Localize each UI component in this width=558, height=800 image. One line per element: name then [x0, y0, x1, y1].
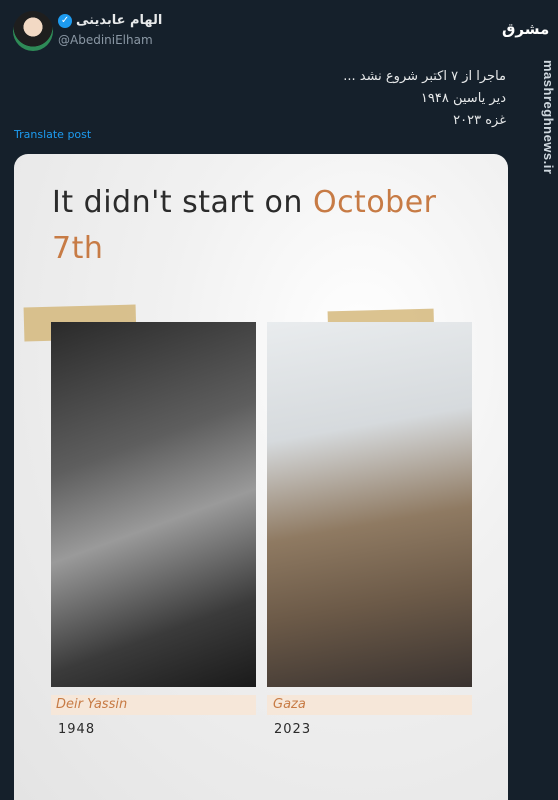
news-logo-icon: مشرق	[502, 20, 550, 38]
deir-yassin-photo	[51, 322, 256, 687]
verified-badge-icon: ✓	[58, 13, 72, 28]
tweet-text: ماجرا از ۷ اکتبر شروع نشد ... دیر یاسین …	[66, 66, 506, 132]
watermark: mashreghnews.ir	[541, 60, 556, 175]
translate-post-link[interactable]: Translate post	[14, 128, 91, 141]
gaza-photo	[267, 322, 472, 687]
headline-accent: October	[312, 185, 437, 220]
right-photo-year: 2023	[274, 722, 312, 737]
tweet-image[interactable]: It didn't start on October 7th Deir Yass…	[14, 154, 508, 800]
tweet-line: غزه ۲۰۲۳	[453, 113, 506, 128]
headline-text: It didn't start on	[52, 185, 313, 220]
author-handle[interactable]: @AbediniElham	[58, 33, 153, 47]
left-photo-year: 1948	[58, 722, 96, 737]
author-name-row[interactable]: الهام عابدینی ✓	[58, 13, 162, 28]
image-headline: It didn't start on October 7th	[52, 180, 482, 272]
tweet-line: ماجرا از ۷ اکتبر شروع نشد ...	[343, 69, 506, 84]
headline-accent: 7th	[52, 231, 104, 266]
right-photo-label: Gaza	[273, 697, 306, 712]
tweet-line: دیر یاسین ۱۹۴۸	[420, 91, 506, 106]
author-display-name[interactable]: الهام عابدینی	[76, 13, 162, 28]
avatar[interactable]	[13, 11, 53, 51]
left-photo-label: Deir Yassin	[56, 697, 128, 712]
